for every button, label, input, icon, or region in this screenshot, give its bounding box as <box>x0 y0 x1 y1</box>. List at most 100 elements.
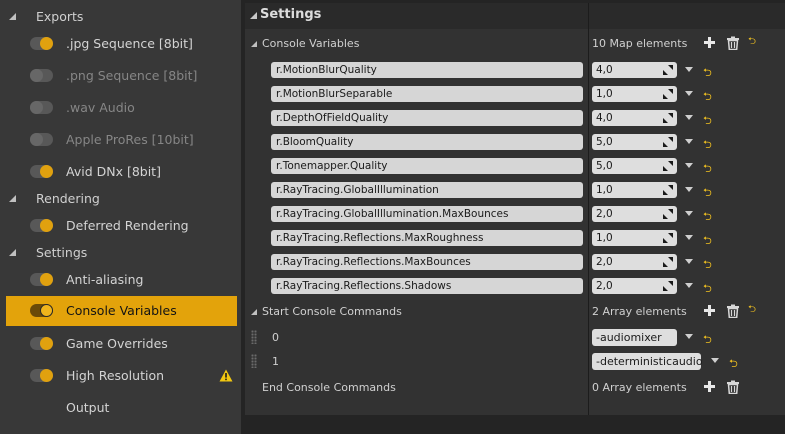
chevron-down-icon[interactable] <box>685 91 693 96</box>
chevron-down-icon[interactable] <box>685 139 693 144</box>
reset-to-default-icon[interactable]: ⮌ <box>703 64 712 83</box>
console-variables-header[interactable]: Console Variables 10 Map elements ⮌ <box>245 32 785 56</box>
enable-toggle[interactable] <box>30 273 53 286</box>
enable-toggle[interactable] <box>30 304 53 317</box>
collapse-triangle-icon[interactable] <box>251 41 257 47</box>
reset-to-default-icon[interactable]: ⮌ <box>703 331 712 350</box>
enable-toggle[interactable] <box>30 219 53 232</box>
reset-to-default-icon[interactable]: ⮌ <box>748 305 758 315</box>
cvar-key-field[interactable]: r.MotionBlurQuality <box>271 62 583 78</box>
cvar-value-field[interactable]: 5,0 <box>592 134 677 150</box>
reset-to-default-icon[interactable]: ⮌ <box>703 184 712 203</box>
enable-toggle[interactable] <box>30 69 53 82</box>
enable-toggle[interactable] <box>30 165 53 178</box>
spin-arrows-icon[interactable] <box>663 257 673 267</box>
cvar-key-field[interactable]: r.Tonemapper.Quality <box>271 158 583 174</box>
cvar-value-field[interactable]: 4,0 <box>592 62 677 78</box>
section-exports[interactable]: Exports <box>0 5 241 29</box>
plus-icon[interactable] <box>703 304 717 318</box>
drag-handle-icon[interactable] <box>251 330 257 344</box>
cvar-value-field[interactable]: 1,0 <box>592 182 677 198</box>
reset-to-default-icon[interactable]: ⮌ <box>703 88 712 107</box>
chevron-down-icon[interactable] <box>685 163 693 168</box>
section-settings[interactable]: Settings <box>0 241 241 265</box>
sidebar-item-deferred-rendering[interactable]: Deferred Rendering <box>6 211 237 241</box>
sidebar-item-output[interactable]: Output <box>6 393 237 423</box>
plus-icon[interactable] <box>703 380 717 394</box>
cvar-key-field[interactable]: r.DepthOfFieldQuality <box>271 110 583 126</box>
chevron-down-icon[interactable] <box>685 187 693 192</box>
reset-to-default-icon[interactable]: ⮌ <box>703 160 712 179</box>
reset-to-default-icon[interactable]: ⮌ <box>703 112 712 131</box>
reset-to-default-icon[interactable]: ⮌ <box>703 136 712 155</box>
cvar-value-field[interactable]: 2,0 <box>592 206 677 222</box>
drag-handle-icon[interactable] <box>251 354 257 368</box>
cvar-key-field[interactable]: r.BloomQuality <box>271 134 583 150</box>
sidebar-item-wav-audio[interactable]: .wav Audio <box>6 93 237 123</box>
section-rendering[interactable]: Rendering <box>0 187 241 211</box>
spin-arrows-icon[interactable] <box>663 233 673 243</box>
chevron-down-icon[interactable] <box>685 211 693 216</box>
enable-toggle[interactable] <box>30 37 53 50</box>
enable-toggle[interactable] <box>30 101 53 114</box>
reset-to-default-icon[interactable]: ⮌ <box>703 208 712 227</box>
start-console-commands-header[interactable]: Start Console Commands 2 Array elements … <box>245 300 785 324</box>
spin-arrows-icon[interactable] <box>663 65 673 75</box>
enable-toggle[interactable] <box>30 133 53 146</box>
enable-toggle[interactable] <box>30 369 53 382</box>
spin-arrows-icon[interactable] <box>663 89 673 99</box>
collapse-triangle-icon[interactable] <box>9 195 16 202</box>
collapse-triangle-icon[interactable] <box>9 13 16 20</box>
trash-icon[interactable] <box>726 380 740 394</box>
cvar-value-field[interactable]: 2,0 <box>592 254 677 270</box>
collapse-triangle-icon[interactable] <box>250 12 257 19</box>
cvar-key-field[interactable]: r.MotionBlurSeparable <box>271 86 583 102</box>
chevron-down-icon[interactable] <box>685 283 693 288</box>
sidebar-item-jpg-sequence[interactable]: .jpg Sequence [8bit] <box>6 29 237 59</box>
chevron-down-icon[interactable] <box>685 334 693 339</box>
cvar-value-field[interactable]: 5,0 <box>592 158 677 174</box>
reset-to-default-icon[interactable]: ⮌ <box>703 232 712 251</box>
cvar-key-field[interactable]: r.RayTracing.GlobalIllumination.MaxBounc… <box>271 206 583 222</box>
plus-icon[interactable] <box>703 36 717 50</box>
spin-arrows-icon[interactable] <box>663 185 673 195</box>
reset-to-default-icon[interactable]: ⮌ <box>729 355 738 374</box>
command-value-field[interactable]: -deterministicaudio <box>592 353 703 370</box>
reset-to-default-icon[interactable]: ⮌ <box>748 37 758 47</box>
cvar-value-field[interactable]: 1,0 <box>592 86 677 102</box>
cvar-key-field[interactable]: r.RayTracing.Reflections.MaxBounces <box>271 254 583 270</box>
settings-header[interactable]: Settings <box>245 3 785 29</box>
sidebar-item-anti-aliasing[interactable]: Anti-aliasing <box>6 265 237 295</box>
sidebar-item-high-resolution[interactable]: High Resolution <box>6 361 237 391</box>
trash-icon[interactable] <box>726 36 740 50</box>
collapse-triangle-icon[interactable] <box>9 249 16 256</box>
sidebar-item-apple-prores[interactable]: Apple ProRes [10bit] <box>6 125 237 155</box>
chevron-down-icon[interactable] <box>685 235 693 240</box>
sidebar-item-console-variables[interactable]: Console Variables <box>6 296 237 326</box>
enable-toggle[interactable] <box>30 337 53 350</box>
sidebar-item-game-overrides[interactable]: Game Overrides <box>6 329 237 359</box>
sidebar-item-png-sequence[interactable]: .png Sequence [8bit] <box>6 61 237 91</box>
chevron-down-icon[interactable] <box>685 115 693 120</box>
cvar-key-field[interactable]: r.RayTracing.GlobalIllumination <box>271 182 583 198</box>
reset-to-default-icon[interactable]: ⮌ <box>703 280 712 299</box>
end-console-commands-header[interactable]: End Console Commands 0 Array elements <box>245 376 785 400</box>
spin-arrows-icon[interactable] <box>663 113 673 123</box>
reset-to-default-icon[interactable]: ⮌ <box>703 256 712 275</box>
trash-icon[interactable] <box>726 304 740 318</box>
spin-arrows-icon[interactable] <box>663 281 673 291</box>
cvar-key-field[interactable]: r.RayTracing.Reflections.Shadows <box>271 278 583 294</box>
cvar-value-field[interactable]: 2,0 <box>592 278 677 294</box>
spin-arrows-icon[interactable] <box>663 161 673 171</box>
chevron-down-icon[interactable] <box>685 259 693 264</box>
spin-arrows-icon[interactable] <box>663 137 673 147</box>
chevron-down-icon[interactable] <box>685 67 693 72</box>
sidebar-item-avid-dnx[interactable]: Avid DNx [8bit] <box>6 157 237 187</box>
cvar-value-field[interactable]: 4,0 <box>592 110 677 126</box>
chevron-down-icon[interactable] <box>711 358 719 363</box>
collapse-triangle-icon[interactable] <box>251 309 257 315</box>
cvar-key-field[interactable]: r.RayTracing.Reflections.MaxRoughness <box>271 230 583 246</box>
spin-arrows-icon[interactable] <box>663 209 673 219</box>
cvar-value-field[interactable]: 1,0 <box>592 230 677 246</box>
command-value-field[interactable]: -audiomixer <box>592 329 677 346</box>
